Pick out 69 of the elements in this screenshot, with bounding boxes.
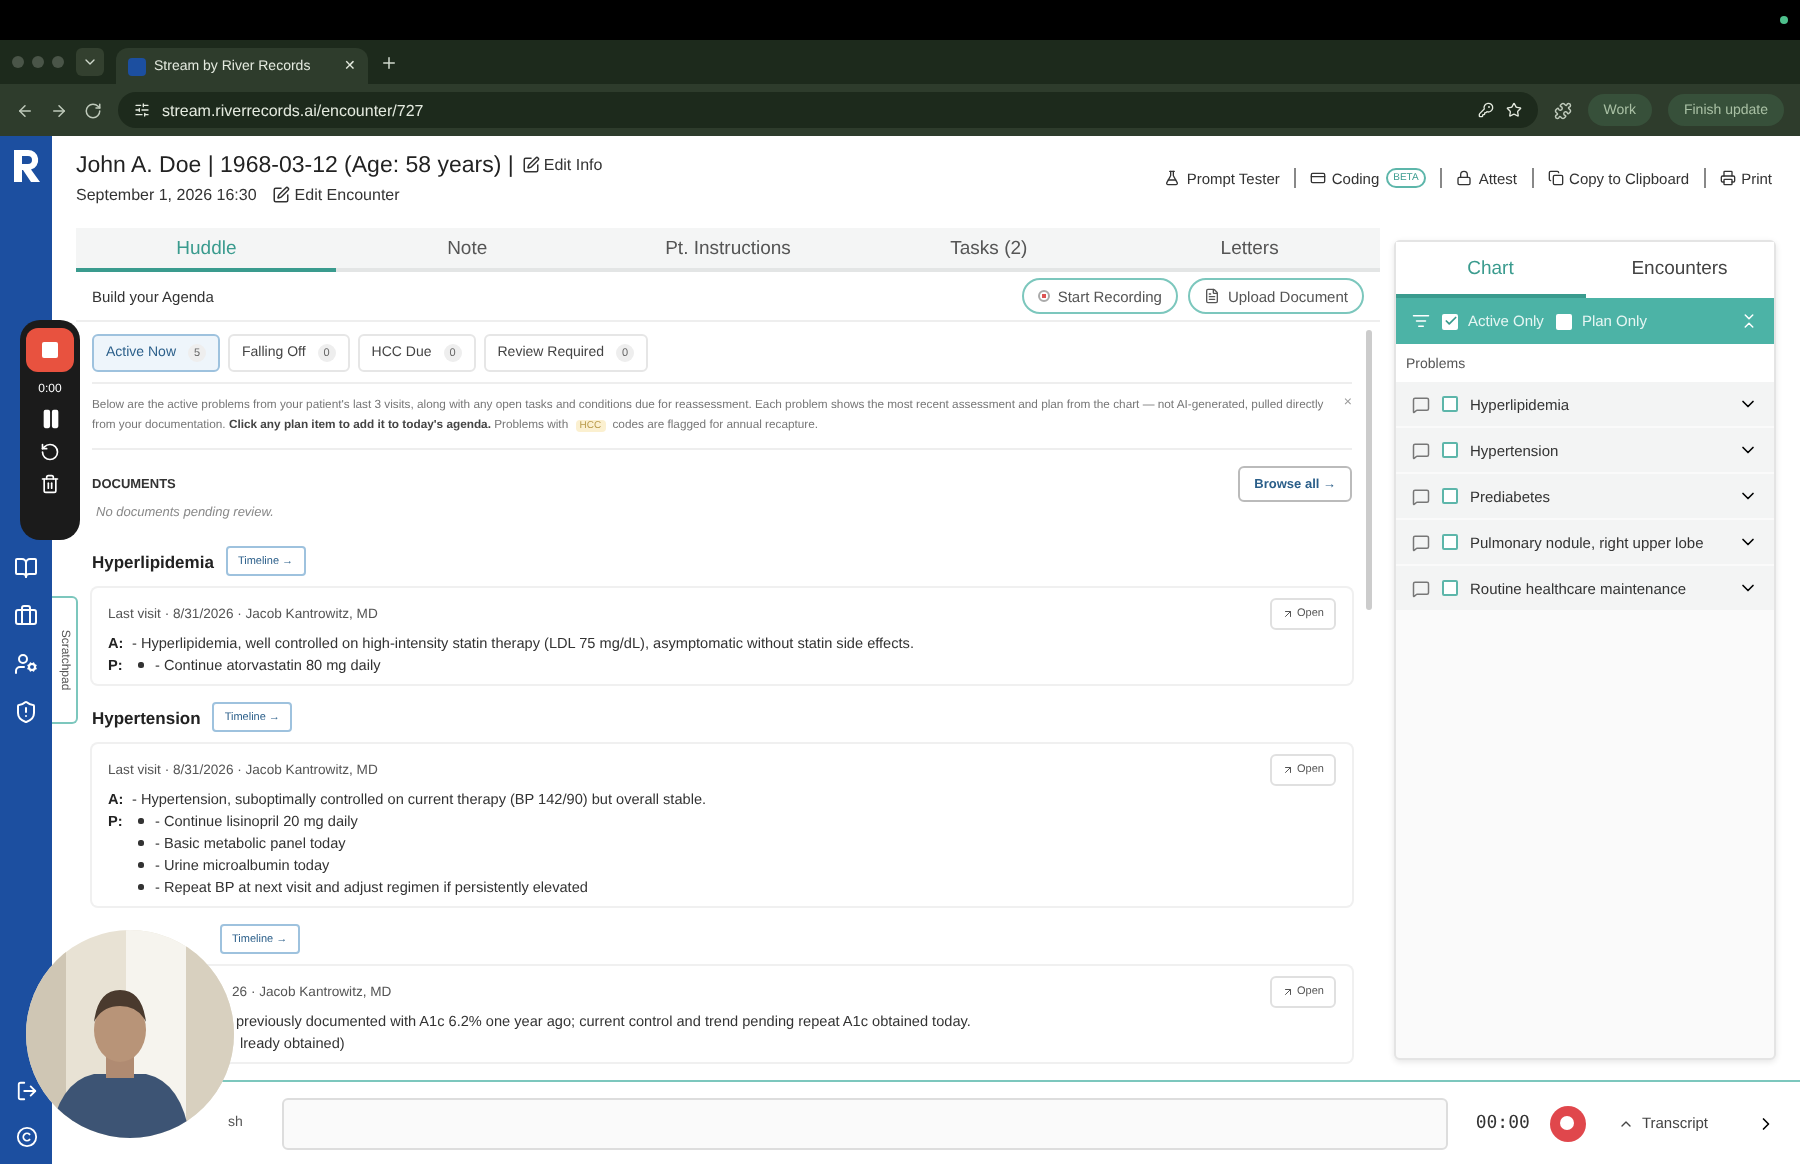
back-icon[interactable] [16, 101, 34, 119]
document-icon [1203, 288, 1220, 304]
panel-tab[interactable]: Encounters [1585, 242, 1774, 298]
status-dot [1780, 16, 1788, 24]
pause-icon[interactable] [39, 408, 61, 430]
bullet-icon [138, 884, 143, 890]
check-icon [1443, 314, 1457, 328]
site-settings-icon[interactable] [134, 102, 150, 118]
book-icon[interactable] [14, 556, 38, 580]
shield-icon[interactable] [14, 700, 38, 724]
encounter-date: September 1, 2026 16:30 [76, 185, 257, 203]
trash-icon[interactable] [40, 474, 60, 494]
user-settings-icon[interactable] [14, 652, 38, 676]
url-text: stream.riverrecords.ai/encounter/727 [162, 101, 424, 119]
new-tab-icon[interactable] [380, 53, 398, 71]
print-icon [1719, 170, 1736, 186]
checkbox[interactable] [1442, 488, 1458, 504]
briefcase-icon[interactable] [14, 604, 38, 628]
comment-icon[interactable] [1412, 395, 1430, 413]
record-button[interactable] [1549, 1105, 1586, 1141]
attest-icon [1456, 170, 1473, 186]
comment-icon[interactable] [1412, 579, 1430, 597]
copy-icon [1547, 170, 1564, 186]
forward-icon[interactable] [50, 101, 68, 119]
tab[interactable]: Note [336, 228, 598, 272]
edit-encounter-link[interactable]: Edit Encounter [272, 185, 400, 203]
problem-title: Hyperlipidemia [92, 551, 214, 571]
tab-list-button[interactable] [76, 48, 104, 76]
bullet-icon [138, 840, 143, 846]
arrow-icon [1281, 764, 1294, 776]
tab[interactable]: Tasks (2) [858, 228, 1120, 272]
restart-icon[interactable] [40, 442, 60, 462]
address-bar[interactable]: stream.riverrecords.ai/encounter/727 [118, 92, 1538, 128]
arrow-icon [1281, 986, 1294, 998]
timer: 00:00 [1475, 1113, 1530, 1133]
copyright-icon[interactable] [15, 1126, 37, 1148]
edit-icon [521, 156, 540, 174]
edit-info-link[interactable]: Edit Info [521, 156, 603, 174]
tab[interactable]: Pt. Instructions [597, 228, 859, 272]
logout-icon[interactable] [15, 1080, 37, 1102]
tab-favicon [128, 57, 146, 75]
tab[interactable]: Letters [1119, 228, 1381, 272]
bullet-icon [138, 662, 143, 668]
checkbox[interactable] [1555, 313, 1572, 329]
bullet-icon [138, 862, 143, 868]
bullet-icon [138, 818, 143, 824]
checkbox[interactable] [1442, 396, 1458, 412]
arrow-icon [1281, 608, 1294, 620]
prompt-icon [1164, 170, 1181, 186]
stop-icon [42, 342, 58, 358]
edit-icon [272, 185, 291, 203]
patient-name: John A. Doe | 1968-03-12 (Age: 58 years) | [76, 153, 514, 177]
chevron-icon [82, 54, 98, 70]
comment-icon[interactable] [1412, 533, 1430, 551]
extensions-icon[interactable] [1553, 101, 1572, 119]
comment-icon[interactable] [1412, 487, 1430, 505]
key-icon[interactable] [1477, 102, 1494, 118]
checkbox[interactable] [1442, 534, 1458, 550]
record-icon [1560, 1116, 1575, 1130]
coding-icon [1309, 170, 1326, 186]
reload-icon[interactable] [84, 101, 102, 119]
problem-title: Hypertension [92, 707, 201, 727]
checkbox[interactable] [1442, 442, 1458, 458]
stop-button[interactable] [26, 328, 74, 372]
star-icon[interactable] [1505, 102, 1522, 118]
comment-icon[interactable] [1412, 441, 1430, 459]
record-icon [1037, 290, 1050, 302]
checkbox[interactable] [1442, 580, 1458, 596]
checkbox[interactable] [1442, 313, 1458, 329]
